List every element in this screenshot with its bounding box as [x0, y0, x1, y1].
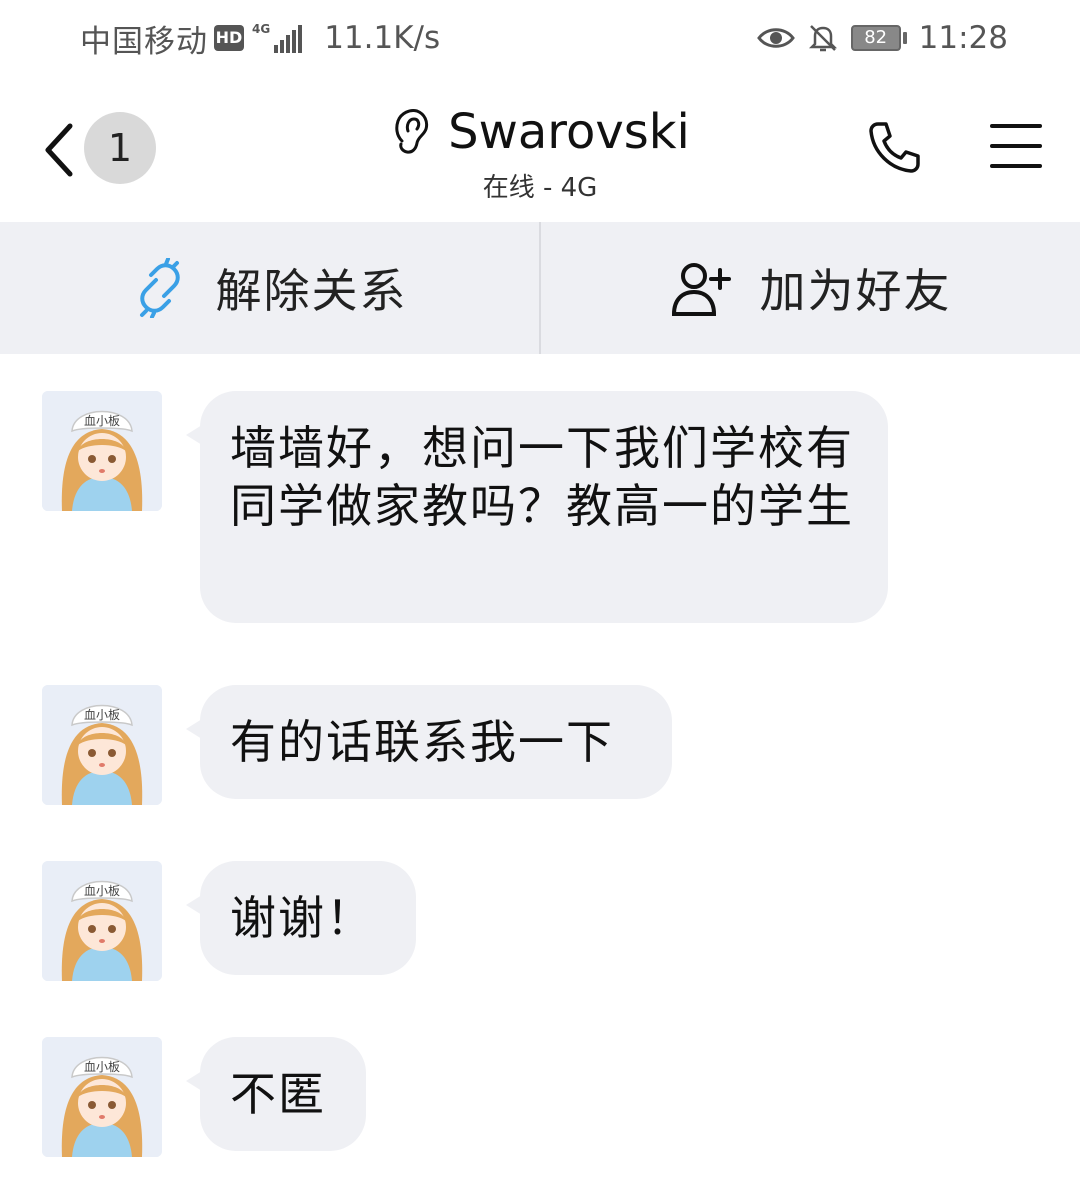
message-bubble[interactable]: 不匿: [186, 1037, 366, 1151]
add-friend-button[interactable]: 加为好友: [541, 222, 1080, 354]
message-bubble[interactable]: 墙墙好，想问一下我们学校有同学做家教吗？教高一的学生: [186, 391, 888, 623]
svg-text:血小板: 血小板: [84, 708, 120, 722]
message-bubble[interactable]: 谢谢！: [186, 861, 416, 975]
ear-icon[interactable]: [390, 107, 434, 157]
add-friend-label: 加为好友: [759, 264, 952, 318]
message-bubble[interactable]: 有的话联系我一下: [186, 685, 672, 799]
signal-icon: 4G: [252, 22, 303, 53]
avatar[interactable]: 血小板: [42, 391, 162, 511]
phone-call-icon[interactable]: [864, 118, 924, 178]
hd-badge: HD: [214, 25, 244, 51]
avatar[interactable]: 血小板: [42, 1037, 162, 1157]
svg-text:血小板: 血小板: [84, 884, 120, 898]
relationship-action-bar: 解除关系 加为好友: [0, 222, 1080, 354]
battery-icon: 82: [850, 25, 907, 51]
unlink-button[interactable]: 解除关系: [0, 222, 539, 354]
menu-icon[interactable]: [990, 124, 1044, 172]
status-right: 82 11:28: [756, 18, 1008, 58]
svg-text:血小板: 血小板: [84, 1060, 120, 1074]
chat-header: 1 Swarovski 在线 - 4G: [0, 76, 1080, 222]
clock: 11:28: [918, 20, 1008, 56]
network-tag: 4G: [252, 22, 271, 36]
status-bar: 中国移动 HD 4G 11.1K/s 82 11:28: [0, 0, 1080, 76]
eye-icon: [756, 28, 795, 48]
avatar[interactable]: 血小板: [42, 861, 162, 981]
contact-name: Swarovski: [448, 104, 690, 160]
battery-level: 82: [850, 25, 901, 51]
svg-text:血小板: 血小板: [84, 414, 120, 428]
add-friend-icon: [671, 263, 731, 316]
network-speed: 11.1K/s: [324, 20, 441, 56]
mute-bell-icon: [808, 25, 837, 52]
unlink-label: 解除关系: [215, 264, 408, 318]
carrier-name: 中国移动: [80, 23, 208, 60]
status-left: 中国移动 HD 4G 11.1K/s: [80, 18, 441, 60]
broken-link-icon: [139, 258, 180, 318]
avatar[interactable]: 血小板: [42, 685, 162, 805]
